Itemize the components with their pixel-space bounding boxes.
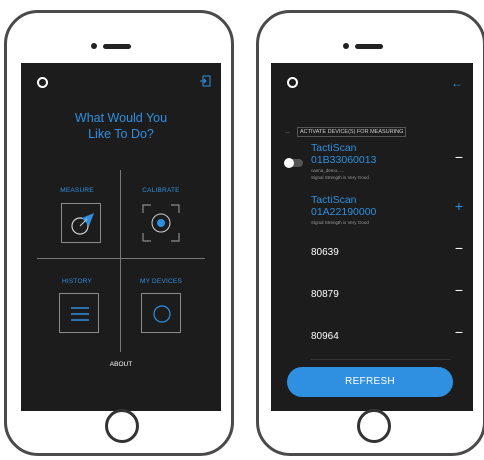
- list-divider: [311, 359, 451, 360]
- toggle-knob: [284, 158, 294, 168]
- history-list-icon: [71, 307, 89, 321]
- speaker-grille: [355, 44, 383, 49]
- device-name[interactable]: 80639: [311, 247, 339, 259]
- calibrate-button[interactable]: [141, 203, 181, 243]
- exit-icon[interactable]: [199, 75, 211, 87]
- history-label[interactable]: HISTORY: [37, 278, 117, 285]
- devices-screen: ← — ACTIVATE DEVICE(S) FOR MEASURING Tac…: [271, 63, 473, 411]
- speaker-grille: [103, 44, 131, 49]
- device-name[interactable]: TactiScan 01A22190000: [311, 194, 376, 218]
- phone-frame-menu: What Would You Like To Do? MEASURE CALIB…: [4, 10, 234, 456]
- remove-device-button[interactable]: −: [455, 241, 463, 255]
- device-toggle[interactable]: [284, 158, 303, 168]
- page-title: What Would You Like To Do?: [74, 111, 168, 141]
- camera-dot: [343, 43, 349, 49]
- device-name[interactable]: 80964: [311, 331, 339, 343]
- add-device-button[interactable]: +: [455, 199, 463, 213]
- home-button[interactable]: [357, 409, 391, 443]
- device-signal-text: Signal Strength is Very Good: [311, 220, 369, 225]
- device-nickname: canna_demo......: [311, 168, 345, 173]
- measure-label[interactable]: MEASURE: [37, 187, 117, 194]
- back-arrow-icon[interactable]: ←: [451, 77, 463, 89]
- history-button[interactable]: [59, 293, 99, 333]
- app-logo-icon: [287, 77, 298, 88]
- measure-dial-icon: [71, 213, 94, 235]
- refresh-button[interactable]: REFRESH: [287, 367, 453, 397]
- my-devices-label[interactable]: MY DEVICES: [121, 278, 201, 285]
- devices-circle-icon: [153, 305, 171, 323]
- device-name[interactable]: 80879: [311, 289, 339, 301]
- about-link[interactable]: ABOUT: [21, 361, 221, 368]
- menu-screen: What Would You Like To Do? MEASURE CALIB…: [21, 63, 221, 411]
- device-name[interactable]: TactiScan 01B33060013: [311, 142, 376, 166]
- measure-button[interactable]: [61, 203, 101, 243]
- phone-frame-devices: ← — ACTIVATE DEVICE(S) FOR MEASURING Tac…: [256, 10, 484, 456]
- calibrate-target-icon: [142, 204, 180, 242]
- home-button[interactable]: [105, 409, 139, 443]
- grid-divider-vertical: [120, 170, 121, 352]
- activate-devices-label: ACTIVATE DEVICE(S) FOR MEASURING: [297, 127, 407, 137]
- grid-divider-horizontal: [37, 258, 205, 259]
- remove-device-button[interactable]: −: [455, 283, 463, 297]
- app-logo-icon: [37, 77, 48, 88]
- activate-tick-icon: —: [285, 130, 290, 136]
- camera-dot: [91, 43, 97, 49]
- my-devices-button[interactable]: [141, 293, 181, 333]
- device-signal-text: Signal Strength is Very Good: [311, 175, 369, 180]
- remove-device-button[interactable]: −: [455, 150, 463, 164]
- remove-device-button[interactable]: −: [455, 325, 463, 339]
- calibrate-label[interactable]: CALIBRATE: [121, 187, 201, 194]
